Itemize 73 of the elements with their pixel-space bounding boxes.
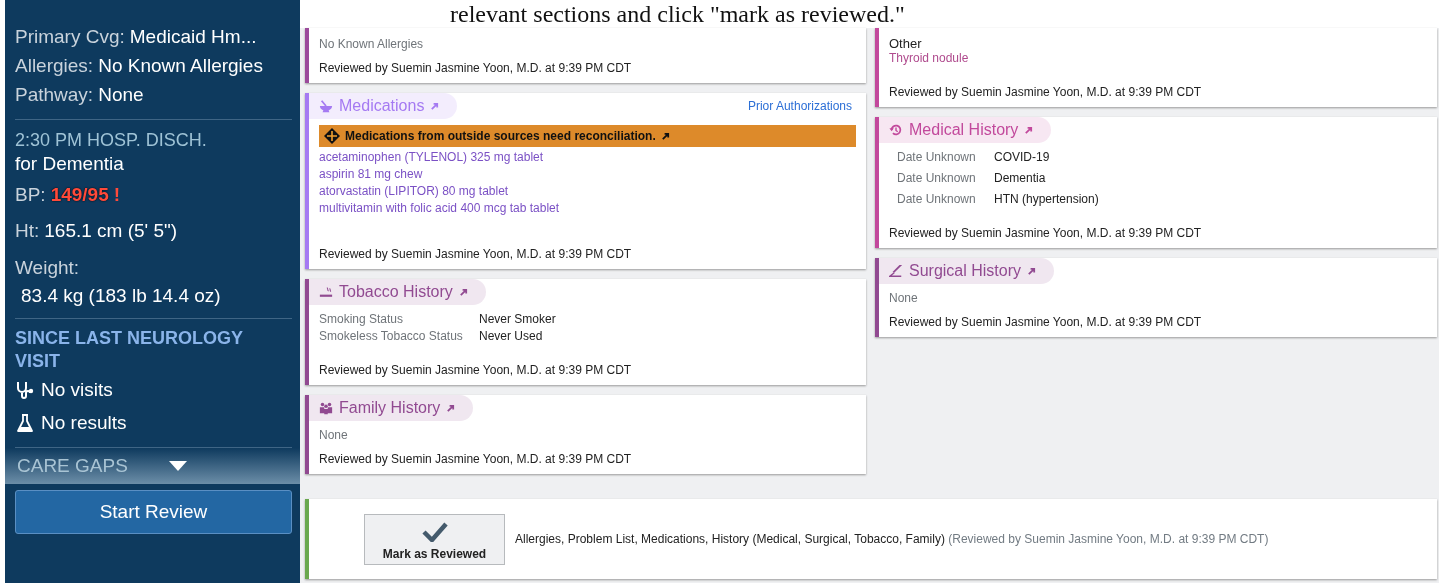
row-label: Date Unknown	[897, 191, 977, 208]
reviewed-text: Reviewed by Suemin Jasmine Yoon, M.D. at 9:39 PM CDT	[319, 247, 633, 261]
section-title-link[interactable]: Surgical History	[879, 258, 1055, 284]
checkmark-icon	[421, 521, 448, 542]
stethoscope-icon	[15, 379, 35, 400]
section-text: No Known Allergies	[319, 36, 425, 53]
vital-label: BP:	[15, 183, 46, 207]
care-gaps-bar[interactable]: CARE GAPS	[5, 448, 300, 484]
section-text: None	[319, 427, 349, 444]
field-label: Primary Cvg:	[15, 25, 125, 49]
reconciliation-alert[interactable]: Medications from outside sources need reconciliation.	[319, 125, 856, 147]
external-link-icon	[1027, 266, 1037, 276]
external-link-icon	[1024, 125, 1034, 135]
event-reason: for Dementia	[15, 152, 125, 176]
reviewed-text: Reviewed by Suemin Jasmine Yoon, M.D. at 9:39 PM CDT	[889, 85, 1203, 99]
section-title-link[interactable]: Tobacco History	[309, 279, 486, 305]
reviewed-text: Reviewed by Suemin Jasmine Yoon, M.D. at 9:39 PM CDT	[889, 226, 1203, 240]
caption-text: relevant sections and click "mark as reviewed."	[300, 0, 1439, 28]
start-review-button[interactable]: Start Review	[15, 490, 292, 534]
section-title-link[interactable]: Medications	[309, 93, 458, 119]
row-value: Never Used	[479, 328, 544, 345]
warning-diamond-icon	[324, 128, 340, 144]
row-value: Never Smoker	[479, 311, 556, 328]
flask-icon	[15, 412, 35, 433]
mark-as-reviewed-button[interactable]: Mark as Reviewed	[364, 513, 505, 565]
reviewed-text: Reviewed by Suemin Jasmine Yoon, M.D. at 9:39 PM CDT	[319, 452, 633, 466]
medication-link[interactable]: acetaminophen (TYLENOL) 325 mg tablet	[319, 149, 856, 166]
field-label: Pathway:	[15, 83, 94, 107]
problem-link[interactable]: Thyroid nodule	[889, 51, 1427, 65]
vital-label: Weight:	[15, 256, 81, 280]
row-label: Smokeless Tobacco Status	[319, 328, 464, 345]
scalpel-icon	[889, 264, 903, 278]
section-title-link[interactable]: Medical History	[879, 117, 1052, 143]
event-time: 2:30 PM HOSP. DISCH.	[15, 129, 208, 152]
external-link-icon	[660, 131, 670, 141]
section-text: None	[889, 290, 919, 307]
external-link-icon	[430, 101, 440, 111]
row-label: Smoking Status	[319, 311, 405, 328]
reviewed-text: Reviewed by Suemin Jasmine Yoon, M.D. at 9:39 PM CDT	[319, 61, 633, 75]
medication-link[interactable]: multivitamin with folic acid 400 mcg tab tablet	[319, 200, 856, 217]
field-label: Allergies:	[15, 54, 94, 78]
review-summary: Allergies, Problem List, Medications, History (Medical, Surgical, Tobacco, Family) (Reviewed by Suemin Jasmine Yoon, M.D. at 9:39 PM CDT)	[515, 532, 1269, 546]
alert-label: !	[113, 183, 121, 207]
field-value: No Known Allergies	[98, 54, 263, 78]
row-value: HTN (hypertension)	[994, 191, 1099, 208]
row-value: COVID-19	[994, 149, 1051, 166]
care-gaps-label: CARE GAPS	[17, 455, 128, 477]
vital-value: 83.4 kg (183 lb 14.4 oz)	[20, 284, 222, 308]
summary-text: No results	[41, 411, 127, 435]
prior-authorizations-link[interactable]: Prior Authorizations	[747, 99, 852, 113]
history-icon	[889, 123, 903, 137]
external-link-icon	[446, 403, 456, 413]
vital-value: 165.1 cm (5' 5")	[44, 219, 178, 243]
row-value: Dementia	[994, 170, 1047, 187]
reviewed-text: Reviewed by Suemin Jasmine Yoon, M.D. at 9:39 PM CDT	[889, 315, 1203, 329]
mortar-icon	[319, 99, 333, 113]
people-icon	[319, 401, 333, 415]
section-title-link[interactable]: Family History	[309, 395, 474, 421]
section-heading: SINCE LAST NEUROLOGY VISIT	[15, 327, 244, 373]
field-value: Medicaid Hm...	[129, 25, 257, 49]
alert-text: Medications from outside sources need reconciliation.	[345, 129, 656, 143]
medication-link[interactable]: atorvastatin (LIPITOR) 80 mg tablet	[319, 183, 856, 200]
summary-text: No visits	[41, 378, 113, 402]
medication-link[interactable]: aspirin 81 mg chew	[319, 166, 856, 183]
vital-label: Ht:	[15, 219, 40, 243]
row-label: Date Unknown	[897, 170, 977, 187]
external-link-icon	[458, 287, 468, 297]
row-label: Date Unknown	[897, 149, 977, 166]
reviewed-text: Reviewed by Suemin Jasmine Yoon, M.D. at 9:39 PM CDT	[319, 363, 633, 377]
field-value: None	[98, 83, 144, 107]
cigarette-icon	[319, 285, 333, 299]
problem-category: Other	[889, 36, 923, 51]
vital-value: 149/95	[50, 183, 109, 207]
